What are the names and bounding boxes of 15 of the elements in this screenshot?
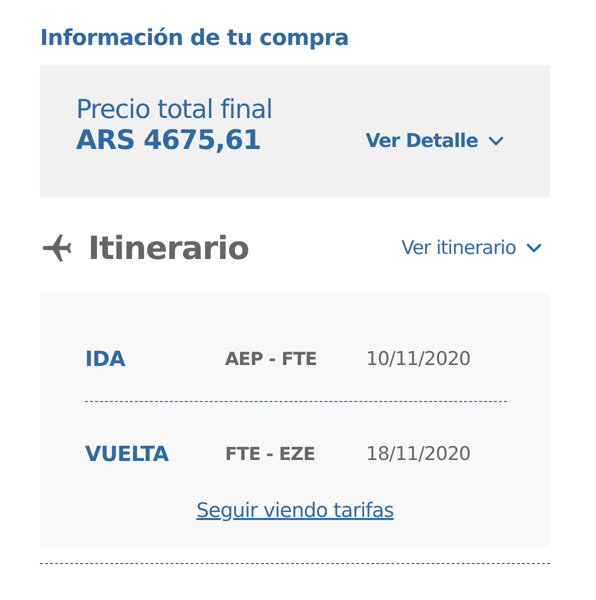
itinerary-toggle[interactable]: Ver itinerario [401,237,542,259]
leg-date: 10/11/2020 [366,348,472,370]
chevron-down-icon [526,243,542,253]
section-title: Información de tu compra [40,26,350,51]
price-label: Precio total final [76,95,274,125]
itinerary-heading: Itinerario [88,229,249,267]
detail-link[interactable]: Ver Detalle [366,130,504,152]
chevron-down-icon [488,136,504,146]
fares-link[interactable]: Seguir viendo tarifas [196,498,394,522]
leg-date: 18/11/2020 [366,443,472,465]
leg-route: FTE - EZE [225,444,316,464]
leg-route: AEP - FTE [225,348,318,370]
price-amount: ARS 4675,61 [76,125,261,156]
leg-direction: VUELTA [85,442,170,466]
leg-direction: IDA [85,347,126,371]
